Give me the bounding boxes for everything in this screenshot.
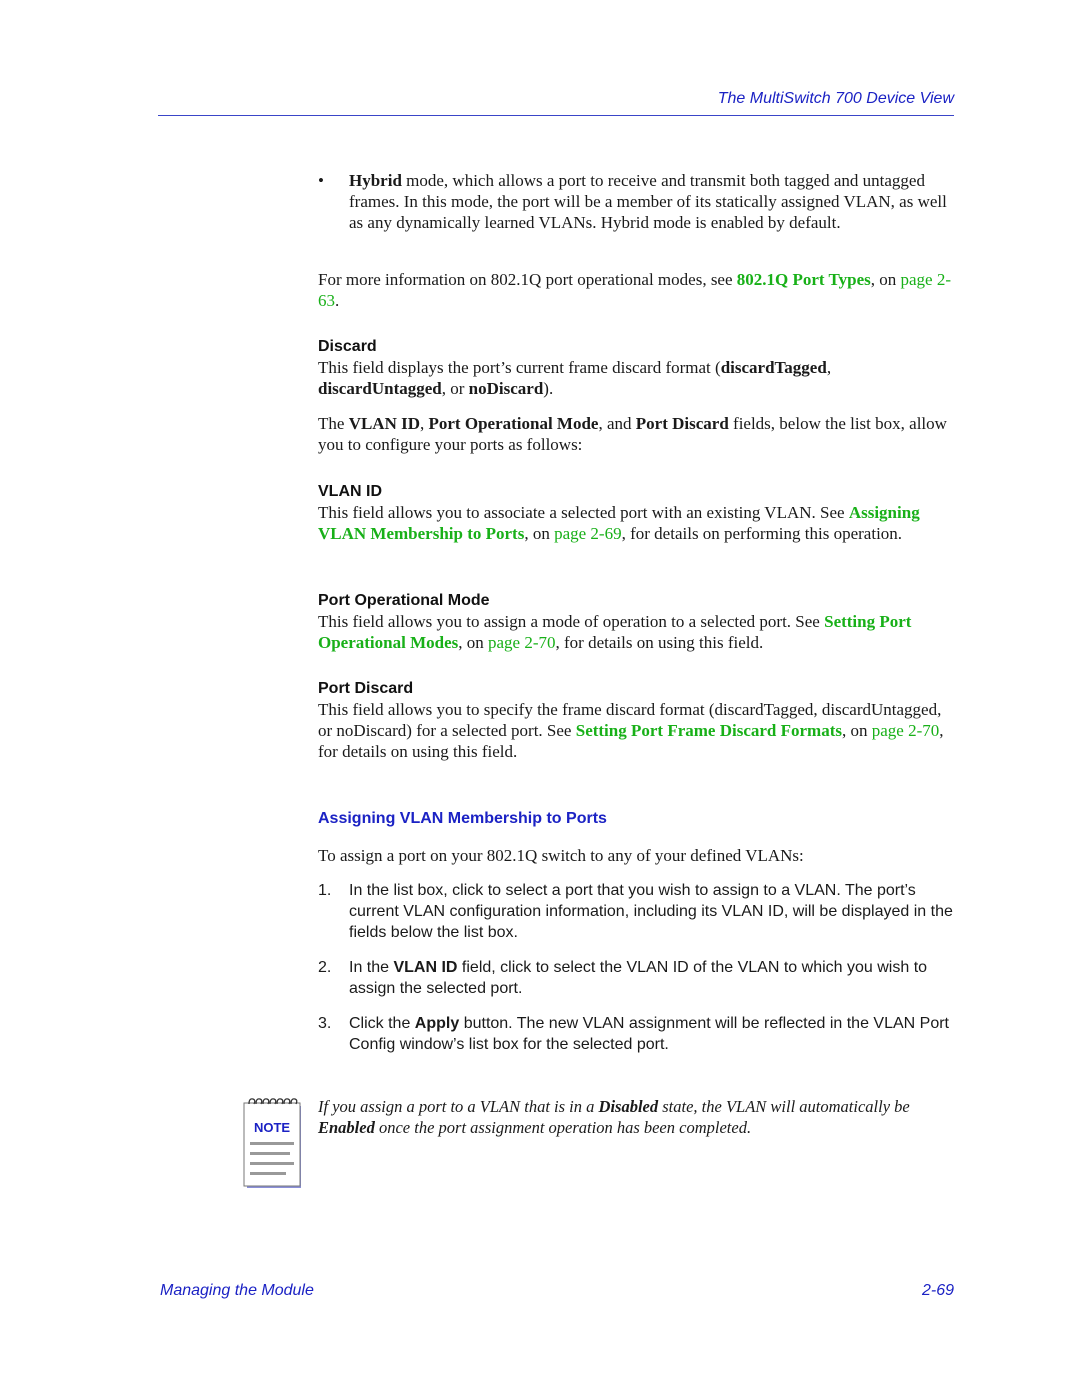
text: , on [870,270,901,289]
vlan-id-paragraph: This field allows you to associate a sel… [318,502,958,544]
text: The [318,414,349,433]
step-item: 2. In the VLAN ID field, click to select… [318,957,958,999]
note-icon-label: NOTE [254,1120,290,1135]
heading-port-discard: Port Discard [318,680,414,697]
step-text: In the list box, click to select a port … [349,882,953,941]
link-page-2-70[interactable]: page 2-70 [488,633,556,652]
step-number: 1. [318,882,332,899]
footer-page-number: 2-69 [921,1282,954,1299]
term: Port Discard [635,414,729,433]
text: , on [842,721,872,740]
text: In the [349,959,394,976]
note-text: If you assign a port to a VLAN that is i… [318,1096,958,1138]
term: Disabled [598,1097,659,1116]
term: VLAN ID [393,959,458,976]
text: This field allows you to associate a sel… [318,503,849,522]
text: This field allows you to assign a mode o… [318,612,825,631]
term: VLAN ID [348,414,420,433]
bullet-term: Hybrid [349,171,402,190]
section-heading: Assigning VLAN Membership to Ports [318,810,607,827]
bullet-hybrid: • Hybrid mode, which allows a port to re… [318,170,958,233]
port-discard-paragraph: This field allows you to specify the fra… [318,699,958,762]
header-rule [158,115,954,116]
text: , for details on using this field. [555,633,764,652]
link-page-2-69[interactable]: page 2-69 [554,524,622,543]
term: discardTagged [720,358,827,377]
text: If you assign a port to a VLAN that is i… [318,1097,599,1116]
term: discardUntagged [318,379,442,398]
text: state, the VLAN will automatically be [658,1097,910,1116]
text: once the port assignment operation has b… [374,1118,752,1137]
running-header: The MultiSwitch 700 Device View [717,90,954,107]
text: Click the [349,1015,415,1032]
heading-port-operational-mode: Port Operational Mode [318,592,490,609]
text: This field displays the port’s current f… [318,358,721,377]
step-item: 3. Click the Apply button. The new VLAN … [318,1013,958,1055]
section-intro: To assign a port on your 802.1Q switch t… [318,846,804,865]
port-mode-paragraph: This field allows you to assign a mode o… [318,611,958,653]
text: , or [441,379,469,398]
discard-paragraph: This field displays the port’s current f… [318,357,958,399]
footer-chapter: Managing the Module [160,1282,314,1299]
text: For more information on 802.1Q port oper… [318,270,737,289]
text: , for details on performing this operati… [621,524,903,543]
heading-vlan-id: VLAN ID [318,483,382,500]
step-item: 1. In the list box, click to select a po… [318,880,958,943]
bullet-text: mode, which allows a port to receive and… [349,171,947,232]
more-info-paragraph: For more information on 802.1Q port oper… [318,269,958,311]
text: . [335,291,340,310]
term: Port Operational Mode [428,414,599,433]
bullet-icon: • [318,171,324,190]
link-page-2-70[interactable]: page 2-70 [872,721,940,740]
step-number: 2. [318,959,332,976]
text: , and [598,414,636,433]
text: ). [543,379,554,398]
fields-intro-paragraph: The VLAN ID, Port Operational Mode, and … [318,413,958,455]
heading-discard: Discard [318,338,377,355]
text: , [420,414,429,433]
text: , on [458,633,488,652]
step-number: 3. [318,1015,332,1032]
link-setting-discard-formats[interactable]: Setting Port Frame Discard Formats [576,721,842,740]
term: Enabled [318,1118,375,1137]
text: , [826,358,832,377]
note-icon: NOTE [243,1096,305,1190]
link-port-types[interactable]: 802.1Q Port Types [737,270,871,289]
term: Apply [414,1015,460,1032]
term: noDiscard [468,379,544,398]
text: , on [524,524,555,543]
